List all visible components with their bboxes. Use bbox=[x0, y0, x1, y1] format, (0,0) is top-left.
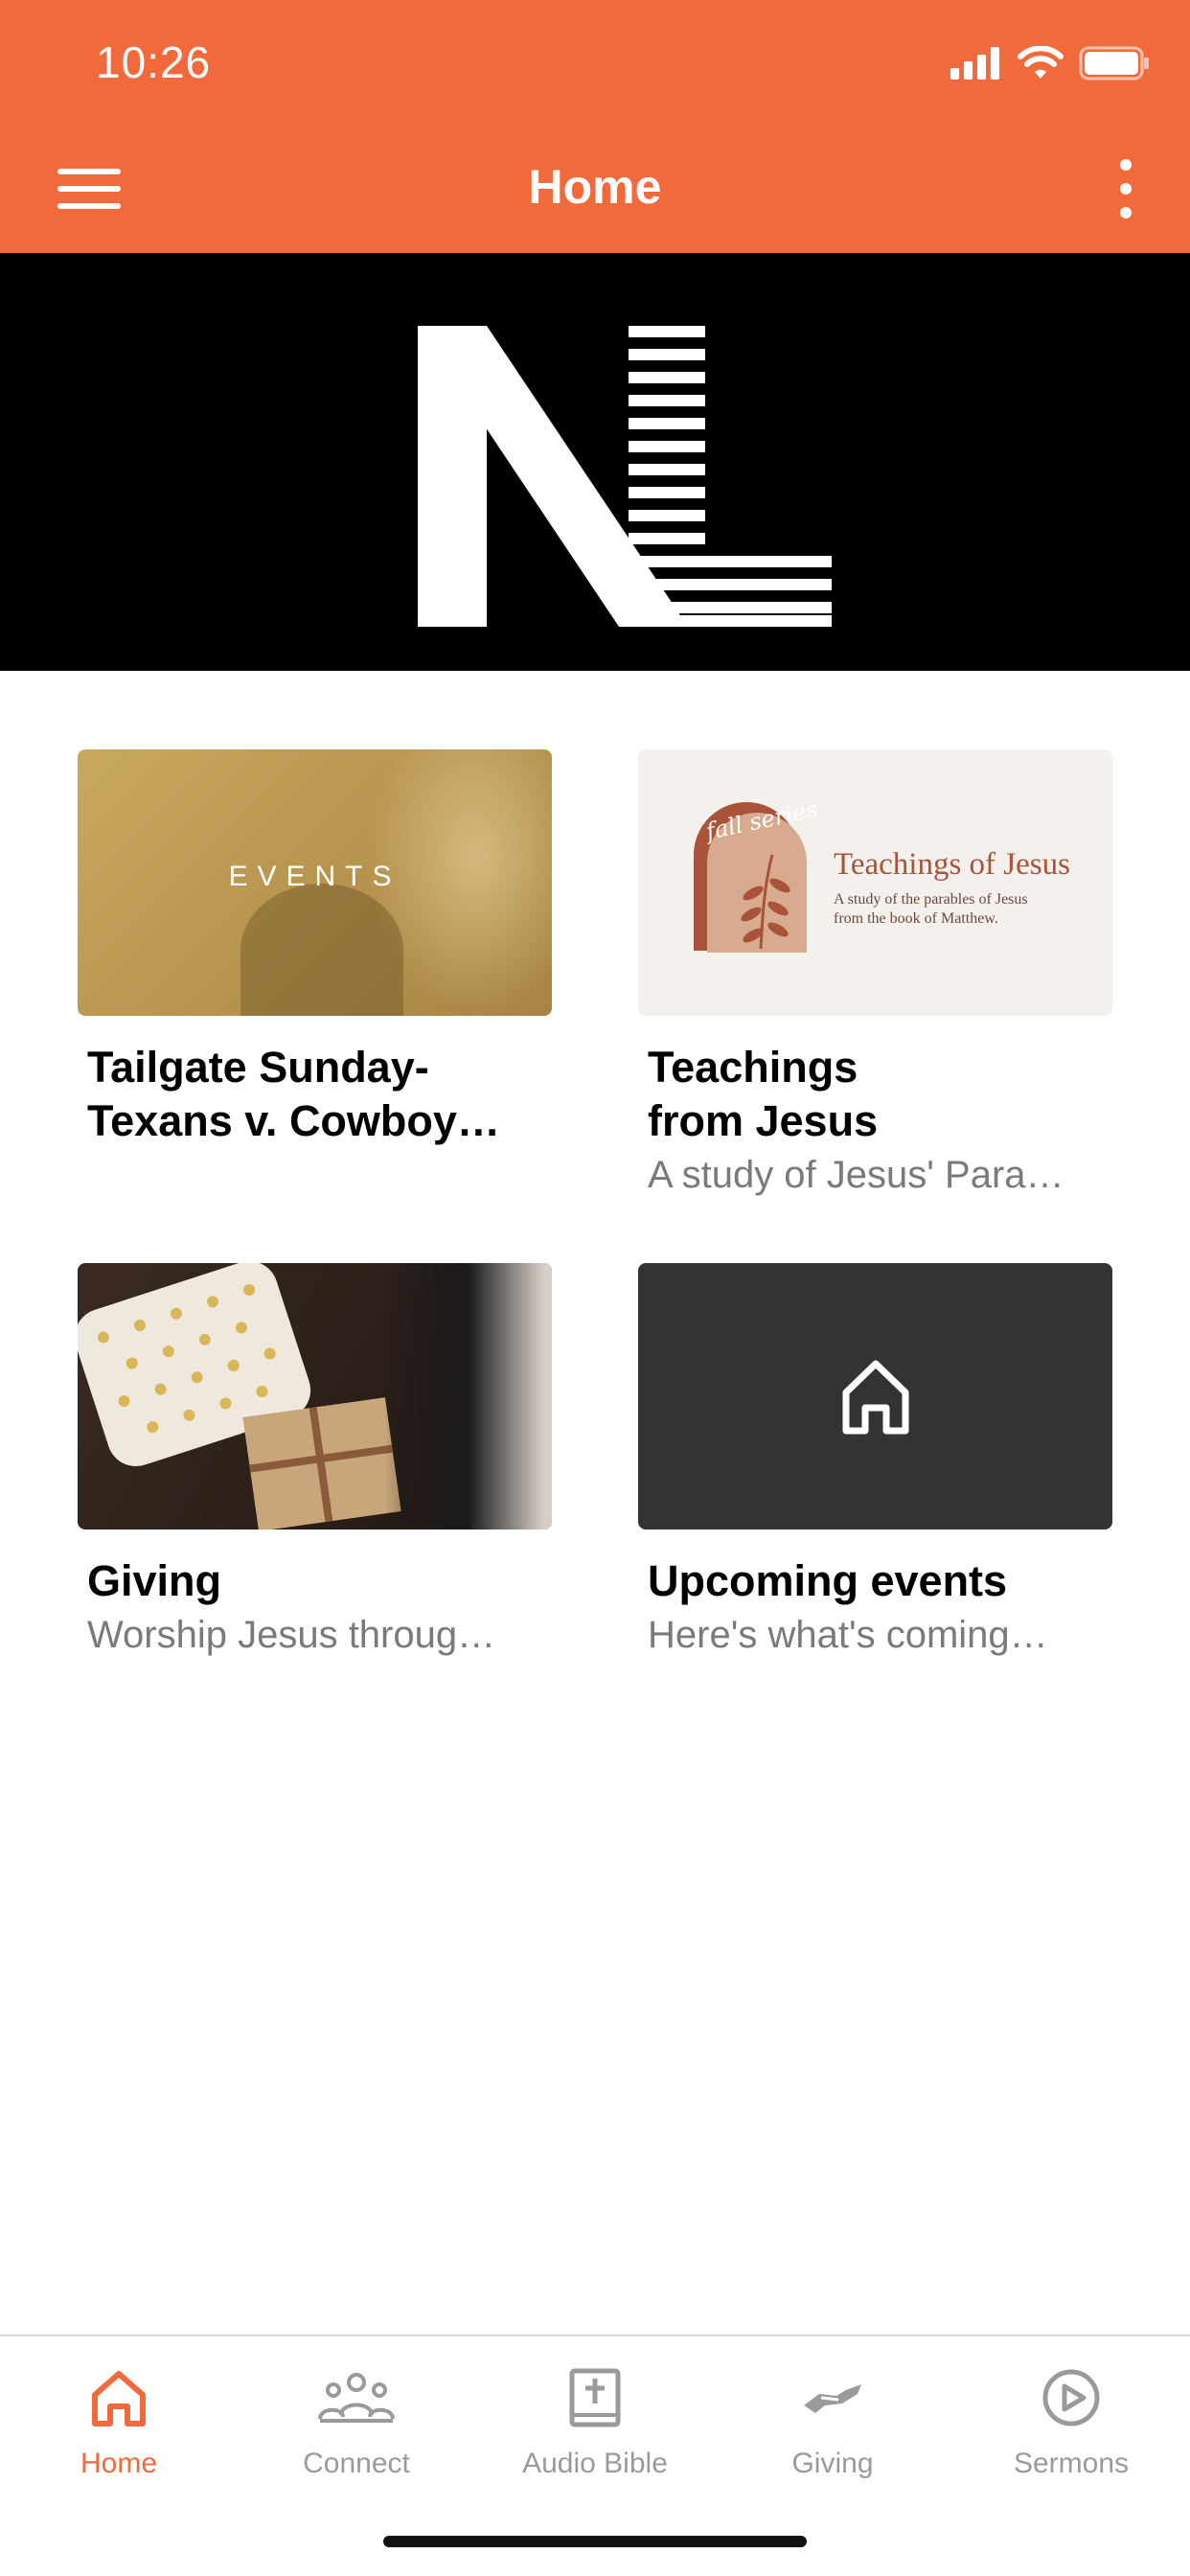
church-logo bbox=[418, 326, 832, 627]
thumbnail-line: A study of the parables of Jesus bbox=[834, 891, 1028, 908]
play-circle-icon bbox=[1042, 2369, 1100, 2426]
card-upcoming-events[interactable]: Upcoming events Here's what's coming… bbox=[638, 1263, 1112, 1660]
more-options-icon[interactable] bbox=[1111, 157, 1140, 220]
page-title: Home bbox=[528, 160, 662, 214]
wifi-icon bbox=[1018, 46, 1064, 79]
leaf-arch-graphic bbox=[694, 802, 807, 953]
tab-sermons[interactable]: Sermons bbox=[952, 2359, 1190, 2480]
tab-label: Giving bbox=[791, 2448, 874, 2479]
bible-cross-icon bbox=[569, 2368, 621, 2427]
home-indicator bbox=[383, 2536, 807, 2547]
top-bar: 10:26 Home bbox=[0, 0, 1190, 253]
house-icon bbox=[842, 1360, 908, 1435]
card-tailgate-sunday[interactable]: EVENTS Tailgate Sunday- Texans v. Cowboy… bbox=[78, 749, 552, 1148]
card-thumbnail: EVENTS bbox=[78, 749, 552, 1016]
tab-label: Home bbox=[80, 2448, 158, 2479]
card-title: Teachings from Jesus bbox=[648, 1043, 879, 1145]
tab-giving[interactable]: Giving bbox=[714, 2359, 951, 2480]
card-thumbnail bbox=[638, 1263, 1112, 1530]
card-subtitle: A study of Jesus' Para… bbox=[648, 1154, 1064, 1196]
battery-icon bbox=[1079, 46, 1149, 80]
card-subtitle: Worship Jesus throug… bbox=[87, 1614, 496, 1656]
status-time: 10:26 bbox=[96, 37, 212, 87]
card-thumbnail bbox=[78, 1263, 552, 1530]
people-group-icon bbox=[318, 2373, 395, 2423]
navigation-bar: Home bbox=[0, 144, 1190, 240]
card-teachings-from-jesus[interactable]: fall series Teachings of Jesus A study o… bbox=[638, 749, 1112, 1200]
tab-label: Sermons bbox=[1013, 2448, 1130, 2479]
tab-connect[interactable]: Connect bbox=[238, 2359, 475, 2480]
house-icon bbox=[92, 2371, 146, 2426]
card-title: Tailgate Sunday- Texans v. Cowboy… bbox=[87, 1043, 500, 1145]
tab-home[interactable]: Home bbox=[0, 2359, 238, 2480]
tab-audio-bible[interactable]: Audio Bible bbox=[476, 2359, 714, 2480]
tab-label: Connect bbox=[303, 2448, 410, 2479]
card-title: Giving bbox=[87, 1556, 222, 1605]
events-thumbnail-text: EVENTS bbox=[228, 861, 401, 892]
tab-label: Audio Bible bbox=[522, 2448, 668, 2479]
thumbnail-line: from the book of Matthew. bbox=[834, 910, 998, 927]
card-thumbnail: fall series Teachings of Jesus A study o… bbox=[638, 749, 1112, 1016]
card-title: Upcoming events bbox=[648, 1556, 1008, 1605]
status-icons bbox=[950, 44, 1150, 82]
card-giving[interactable]: Giving Worship Jesus throug… bbox=[78, 1263, 552, 1660]
thumbnail-heading: Teachings of Jesus bbox=[834, 847, 1070, 882]
gift-box-graphic bbox=[242, 1397, 401, 1530]
giving-hand-icon bbox=[804, 2384, 861, 2413]
card-subtitle: Here's what's coming… bbox=[648, 1614, 1048, 1656]
hero-banner bbox=[0, 253, 1190, 671]
cellular-signal-icon bbox=[950, 47, 999, 80]
